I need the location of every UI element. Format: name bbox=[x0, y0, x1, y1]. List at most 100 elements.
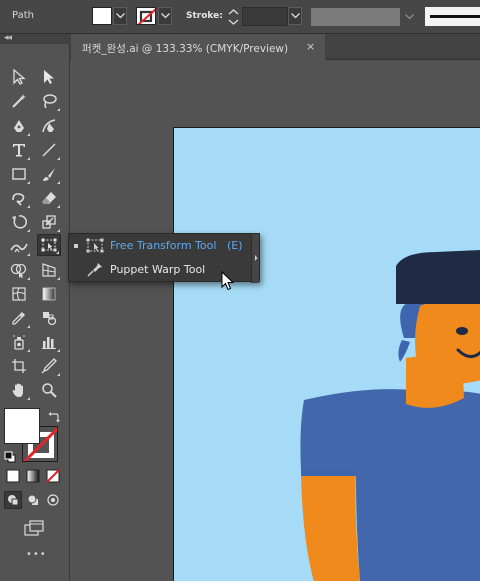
chevron-down-icon bbox=[405, 14, 414, 20]
artboard[interactable] bbox=[173, 127, 480, 581]
edit-toolbar-button[interactable]: ••• bbox=[26, 549, 47, 560]
slice-icon bbox=[41, 358, 57, 374]
flyout-item-label: Puppet Warp Tool bbox=[110, 263, 206, 276]
stroke-color-swatch[interactable] bbox=[136, 7, 156, 25]
close-tab-button[interactable]: × bbox=[306, 40, 315, 53]
pen-icon bbox=[14, 120, 24, 132]
color-mode-button[interactable] bbox=[4, 467, 22, 485]
flyout-item-shortcut: (E) bbox=[227, 239, 243, 252]
hand-icon bbox=[12, 383, 23, 397]
variable-width-profile[interactable] bbox=[311, 8, 400, 26]
blend-tool[interactable] bbox=[37, 307, 61, 329]
stepper-arrows-icon bbox=[228, 9, 239, 25]
blend-icon bbox=[43, 312, 57, 326]
shape-builder-tool[interactable] bbox=[7, 259, 31, 281]
stroke-color-dropdown[interactable] bbox=[158, 7, 172, 25]
shaper-icon bbox=[12, 193, 25, 206]
free-transform-icon bbox=[85, 237, 105, 258]
curvature-icon bbox=[42, 119, 56, 133]
eraser-icon bbox=[42, 192, 56, 204]
line-segment-icon bbox=[42, 143, 56, 157]
tools-panel: ◂◂ ••• bbox=[0, 33, 70, 581]
tearoff-arrow-icon bbox=[255, 255, 258, 261]
tearoff-handle[interactable] bbox=[251, 234, 259, 283]
draw-inside-button[interactable] bbox=[44, 491, 62, 509]
scale-icon bbox=[42, 215, 56, 229]
eyedropper-icon bbox=[12, 312, 25, 325]
color-mode-icon bbox=[6, 469, 20, 483]
hand-tool[interactable] bbox=[7, 379, 31, 401]
mouse-cursor-icon bbox=[221, 270, 235, 296]
flyout-item-label: Free Transform Tool bbox=[110, 239, 217, 252]
stroke-weight-dropdown[interactable] bbox=[288, 7, 302, 25]
perspective-grid-tool[interactable] bbox=[37, 259, 61, 281]
eyedropper-tool[interactable] bbox=[7, 307, 31, 329]
selection-arrow-icon bbox=[13, 69, 26, 85]
draw-behind-button[interactable] bbox=[24, 491, 42, 509]
swap-fill-stroke-icon[interactable] bbox=[48, 408, 60, 427]
direct-selection-tool[interactable] bbox=[37, 66, 61, 88]
selected-bullet-icon bbox=[74, 244, 78, 248]
artboard-icon bbox=[12, 359, 26, 373]
column-graph-tool[interactable] bbox=[37, 331, 61, 353]
fill-dropdown[interactable] bbox=[113, 7, 127, 25]
curvature-tool[interactable] bbox=[37, 115, 61, 137]
lasso-icon bbox=[43, 94, 57, 109]
chevron-down-icon bbox=[116, 13, 125, 19]
gradient-tool[interactable] bbox=[37, 283, 61, 305]
symbol-sprayer-icon bbox=[13, 335, 25, 350]
rotate-icon bbox=[12, 215, 27, 229]
eraser-tool[interactable] bbox=[37, 187, 61, 209]
rectangle-icon bbox=[12, 168, 26, 180]
column-graph-icon bbox=[42, 337, 56, 349]
perspective-grid-icon bbox=[42, 263, 56, 277]
character-illustration bbox=[300, 250, 480, 581]
none-mode-button[interactable] bbox=[44, 467, 62, 485]
collapse-icon[interactable]: ◂◂ bbox=[4, 33, 12, 43]
gradient-mode-button[interactable] bbox=[24, 467, 42, 485]
shaper-tool[interactable] bbox=[7, 187, 31, 209]
pen-tool[interactable] bbox=[7, 115, 31, 137]
slice-tool[interactable] bbox=[37, 355, 61, 377]
line-segment-tool[interactable] bbox=[37, 139, 61, 161]
draw-normal-icon bbox=[8, 495, 19, 506]
free-transform-tool[interactable] bbox=[37, 234, 61, 256]
width-tool[interactable] bbox=[7, 235, 31, 257]
selection-tool[interactable] bbox=[7, 66, 31, 88]
paintbrush-icon bbox=[43, 168, 55, 181]
magic-wand-tool[interactable] bbox=[7, 90, 31, 112]
draw-normal-button[interactable] bbox=[4, 491, 22, 509]
chevron-down-icon bbox=[161, 13, 170, 19]
tools-panel-header[interactable]: ◂◂ bbox=[0, 33, 70, 44]
artboard-tool[interactable] bbox=[7, 355, 31, 377]
flyout-item-free-transform[interactable]: Free Transform Tool (E) bbox=[69, 234, 253, 258]
stroke-label: Stroke: bbox=[186, 11, 223, 21]
fill-color-swatch[interactable] bbox=[92, 7, 112, 25]
stroke-weight-stepper[interactable] bbox=[225, 7, 242, 27]
stroke-weight-input[interactable] bbox=[242, 7, 288, 26]
document-title: 퍼켓_완성.ai @ 133.33% (CMYK/Preview) bbox=[82, 43, 289, 55]
scale-tool[interactable] bbox=[37, 211, 61, 233]
variable-width-dropdown[interactable] bbox=[404, 8, 416, 26]
rotate-tool[interactable] bbox=[7, 211, 31, 233]
draw-behind-icon bbox=[27, 494, 38, 505]
mesh-icon bbox=[12, 287, 26, 301]
chevron-down-icon bbox=[291, 13, 300, 19]
screen-mode-button[interactable] bbox=[22, 517, 46, 539]
type-icon bbox=[13, 144, 25, 157]
brush-definition[interactable] bbox=[425, 7, 480, 26]
default-fill-stroke-icon[interactable] bbox=[4, 448, 16, 467]
symbol-sprayer-tool[interactable] bbox=[7, 331, 31, 353]
zoom-icon bbox=[42, 383, 57, 398]
rectangle-tool[interactable] bbox=[7, 163, 31, 185]
magic-wand-icon bbox=[12, 94, 26, 108]
width-icon bbox=[10, 243, 28, 253]
zoom-tool[interactable] bbox=[37, 379, 61, 401]
fill-swatch[interactable] bbox=[4, 408, 40, 444]
gradient-icon bbox=[42, 287, 56, 301]
paintbrush-tool[interactable] bbox=[37, 163, 61, 185]
lasso-tool[interactable] bbox=[37, 90, 61, 112]
mesh-tool[interactable] bbox=[7, 283, 31, 305]
type-tool[interactable] bbox=[7, 139, 31, 161]
screen-mode-icon bbox=[24, 520, 44, 536]
